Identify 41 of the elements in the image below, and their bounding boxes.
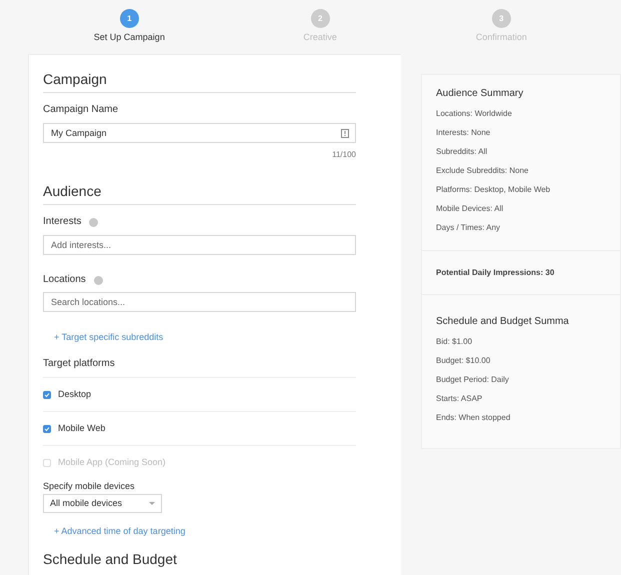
- summary-line: Locations: Worldwide: [436, 108, 513, 120]
- summary-title: Audience Summary: [436, 87, 524, 101]
- checkbox-label: Mobile Web: [58, 422, 106, 435]
- checkbox[interactable]: [43, 390, 51, 398]
- field-label: Specify mobile devices: [43, 481, 136, 492]
- section-heading: Campaign: [43, 70, 356, 93]
- summary-line: Budget Period: Daily: [436, 374, 510, 386]
- field-label: Locations: [43, 274, 86, 286]
- step-label: Creative: [303, 31, 337, 44]
- field-label: Campaign Name: [43, 104, 120, 116]
- summary-line: Bid: $1.00: [436, 336, 474, 348]
- summary-line: Days / Times: Any: [436, 222, 502, 234]
- section-heading: Schedule and Budget: [43, 551, 178, 568]
- input-field[interactable]: Add interests...: [43, 235, 356, 255]
- character-counter: 11/100: [332, 149, 356, 161]
- field-label: Interests: [43, 216, 82, 228]
- section-heading: Audience: [43, 182, 356, 205]
- summary-line: Starts: ASAP: [436, 393, 484, 405]
- info-icon: [89, 218, 98, 226]
- text-field-icon: [341, 129, 349, 138]
- impressions-text: Potential Daily Impressions: 30: [436, 266, 554, 278]
- checkbox-label: Mobile App (Coming Soon): [58, 456, 166, 470]
- input-field[interactable]: Search locations...: [43, 292, 356, 312]
- summary-title: Schedule and Budget Summa: [436, 315, 570, 329]
- step-label: Confirmation: [476, 31, 527, 44]
- summary-line: Platforms: Desktop, Mobile Web: [436, 184, 552, 196]
- step-number: 1: [120, 9, 139, 28]
- summary-line: Exclude Subreddits: None: [436, 165, 530, 177]
- input-field[interactable]: My Campaign: [43, 123, 356, 143]
- step-label: Set Up Campaign: [94, 31, 165, 44]
- checkbox-label: Desktop: [58, 388, 92, 401]
- mobile-devices-dropdown[interactable]: All mobile devices: [43, 494, 162, 513]
- summary-line: Budget: $10.00: [436, 355, 492, 367]
- summary-line: Ends: When stopped: [436, 412, 512, 424]
- summary-line: Subreddits: All: [436, 146, 488, 158]
- info-icon: [94, 276, 103, 284]
- checkbox[interactable]: [43, 424, 51, 432]
- field-label: Target platforms: [43, 358, 356, 378]
- caret-icon: [149, 502, 155, 505]
- summary-line: Interests: None: [436, 127, 492, 139]
- summary-line: Mobile Devices: All: [436, 203, 504, 215]
